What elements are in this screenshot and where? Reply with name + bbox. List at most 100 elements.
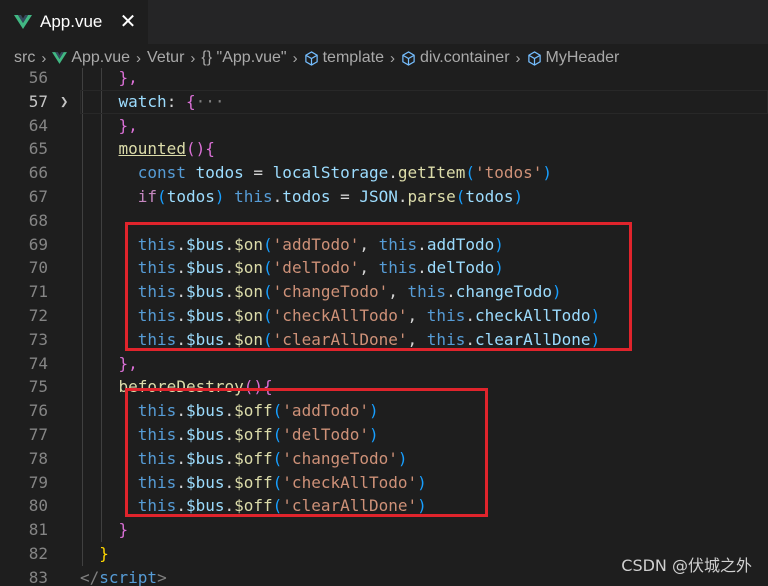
line-number: 83 — [28, 567, 48, 586]
code-text: }, — [119, 114, 138, 138]
line-number: 77 — [28, 425, 48, 444]
line-number: 57 — [28, 91, 48, 111]
tab-app-vue[interactable]: App.vue ✕ — [0, 0, 148, 44]
tab-title: App.vue — [40, 12, 103, 31]
code-line[interactable]: 66 const todos = localStorage.getItem('t… — [0, 161, 768, 185]
code-token: ) — [214, 187, 235, 206]
code-text: </script> — [80, 566, 167, 586]
line-number: 79 — [28, 472, 48, 492]
code-token: mounted — [118, 139, 186, 159]
code-line[interactable]: 56}, — [0, 68, 768, 90]
cube-icon — [402, 50, 415, 66]
code-token: = — [330, 187, 360, 206]
line-number: 78 — [28, 448, 48, 468]
code-token: </ — [80, 567, 100, 586]
code-token: }, — [118, 68, 138, 87]
code-token: ( — [157, 187, 167, 206]
code-token: (){ — [185, 139, 215, 159]
line-number: 74 — [28, 353, 48, 373]
highlight-box-on — [125, 221, 632, 351]
chevron-right-icon: › — [515, 49, 521, 67]
code-line[interactable]: 57 ❯ watch: {··· — [0, 89, 768, 114]
code-token: parse — [407, 187, 456, 206]
code-token: 'todos' — [474, 163, 543, 183]
code-token: { — [185, 91, 196, 111]
code-token: script — [99, 567, 158, 586]
code-token: ) — [542, 163, 553, 183]
code-token: ··· — [195, 91, 225, 111]
code-token: getItem — [397, 163, 466, 183]
cube-icon — [304, 50, 318, 66]
code-line[interactable]: 64}, — [0, 114, 768, 138]
chevron-right-icon: › — [292, 49, 298, 67]
line-number: 80 — [28, 496, 48, 516]
line-number: 75 — [28, 377, 48, 397]
code-token: ( — [465, 163, 475, 183]
code-token: . — [397, 187, 408, 206]
breadcrumb-app-vue[interactable]: App.vue — [52, 49, 130, 67]
chevron-right-icon: › — [190, 49, 196, 67]
code-token: const — [118, 163, 196, 183]
code-text: watch: {··· — [119, 90, 225, 114]
line-number: 64 — [28, 115, 48, 135]
vue-logo-icon — [52, 52, 68, 64]
line-number: 73 — [28, 329, 48, 349]
code-line[interactable]: 81} — [0, 518, 768, 542]
code-token: JSON — [359, 187, 398, 206]
code-text: }, — [119, 68, 138, 90]
chevron-right-icon: › — [389, 49, 395, 67]
line-number: 72 — [28, 306, 48, 325]
fold-chevron-icon[interactable]: ❯ — [60, 90, 74, 114]
close-icon[interactable]: ✕ — [118, 10, 138, 32]
line-number: 68 — [28, 210, 48, 230]
code-token: this — [234, 187, 273, 206]
breadcrumb-vetur[interactable]: Vetur — [147, 49, 184, 67]
code-token: . — [388, 163, 398, 183]
code-text: }, — [119, 352, 138, 376]
code-token: ) — [513, 187, 524, 206]
code-line[interactable]: 67 if(todos) this.todos = JSON.parse(tod… — [0, 185, 768, 209]
code-text: mounted(){ — [119, 137, 215, 161]
breadcrumb-module[interactable]: {} "App.vue" — [201, 49, 286, 67]
code-token: ( — [455, 187, 466, 206]
code-editor[interactable]: 56}, 57 ❯ watch: {··· 64}, 65 mounted(){66 con… — [0, 68, 768, 586]
code-line[interactable]: 65 mounted(){ — [0, 137, 768, 161]
code-token: } — [99, 544, 109, 563]
code-token: todos — [166, 187, 215, 206]
line-number: 56 — [28, 68, 48, 87]
highlight-box-off — [125, 388, 488, 518]
code-token: todos — [195, 163, 244, 183]
line-number: 76 — [28, 401, 48, 421]
line-number: 69 — [28, 234, 48, 254]
line-number: 65 — [28, 139, 48, 159]
chevron-right-icon: › — [136, 49, 142, 67]
code-token: . — [272, 187, 283, 206]
code-token: if — [118, 187, 158, 206]
line-number: 70 — [28, 258, 48, 278]
breadcrumb-template[interactable]: template — [304, 49, 384, 67]
code-token: = — [243, 163, 273, 183]
code-token: }, — [118, 115, 138, 135]
code-token: : — [166, 91, 186, 111]
code-token: }, — [118, 353, 138, 373]
editor-tab-bar: App.vue ✕ — [0, 0, 768, 44]
breadcrumb-div-container[interactable]: div.container — [401, 49, 510, 67]
code-token: watch — [118, 91, 167, 111]
code-token: todos — [465, 187, 514, 206]
code-text: } — [99, 542, 109, 566]
code-token: > — [157, 567, 167, 586]
code-text: if(todos) this.todos = JSON.parse(todos) — [118, 185, 524, 209]
breadcrumb-src[interactable]: src — [14, 49, 35, 67]
code-token: } — [118, 520, 129, 540]
code-token: localStorage — [272, 163, 389, 183]
code-token: todos — [282, 187, 331, 206]
chevron-right-icon: › — [41, 49, 47, 67]
code-text: } — [119, 518, 129, 542]
line-number: 67 — [28, 187, 48, 206]
line-number: 66 — [28, 163, 48, 183]
code-line[interactable]: 74}, — [0, 352, 768, 376]
watermark: CSDN @伏城之外 — [621, 556, 752, 575]
line-number: 82 — [28, 544, 48, 563]
cube-icon — [527, 50, 541, 66]
breadcrumb-myheader[interactable]: MyHeader — [527, 49, 619, 67]
